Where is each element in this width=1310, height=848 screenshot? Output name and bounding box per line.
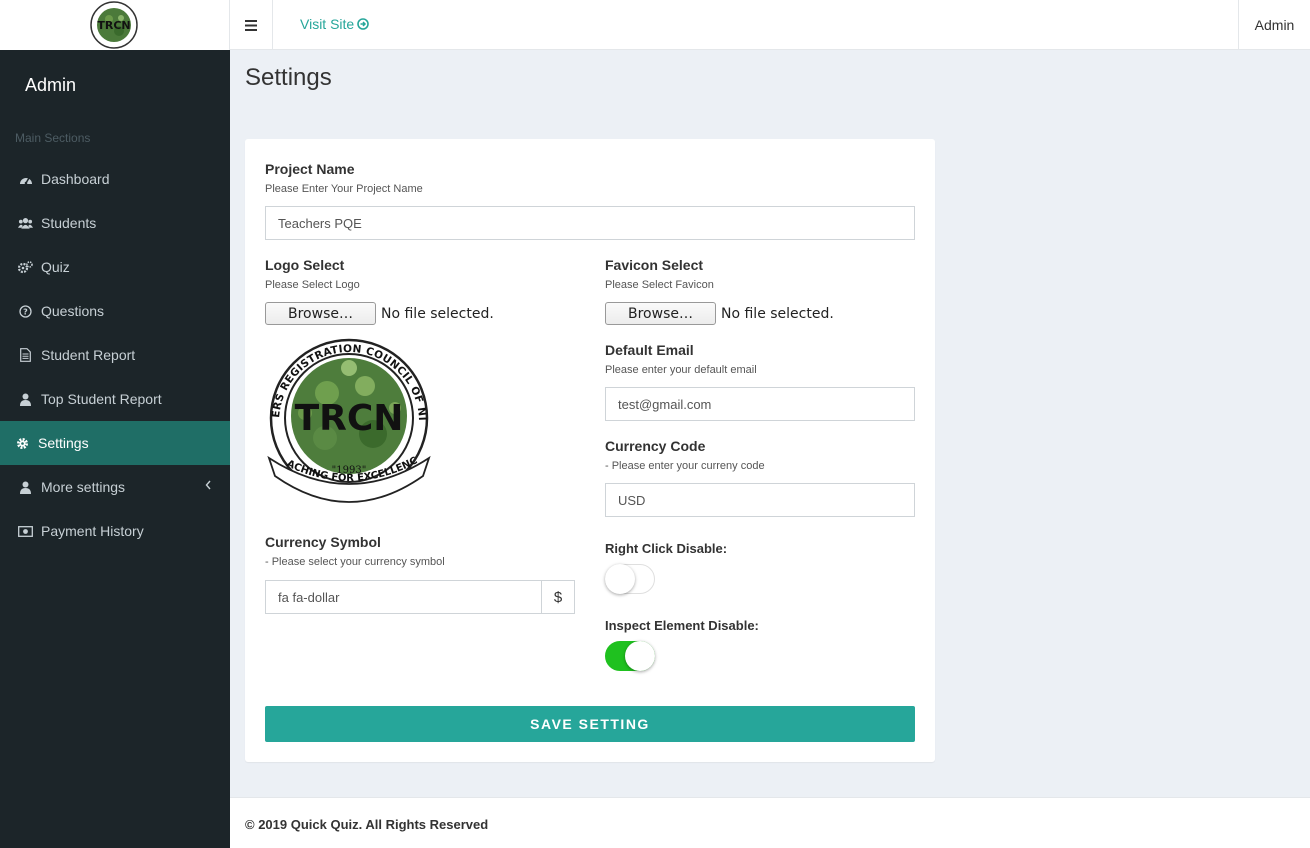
- logo-text: TRCN: [97, 19, 130, 32]
- sidebar: Admin Main Sections Dashboard Students Q…: [0, 50, 230, 848]
- sidebar-item-questions[interactable]: ? Questions: [0, 289, 230, 333]
- sidebar-item-students[interactable]: Students: [0, 201, 230, 245]
- chevron-left-icon: [205, 480, 211, 490]
- footer-copyright: © 2019 Quick Quiz. All Rights Reserved: [245, 817, 489, 832]
- sidebar-item-quiz[interactable]: Quiz: [0, 245, 230, 289]
- currency-code-label: Currency Code: [605, 438, 706, 454]
- dollar-icon: $: [541, 580, 575, 614]
- trcn-logo-mini[interactable]: TRCN: [89, 1, 139, 49]
- logo-select-label: Logo Select: [265, 257, 345, 273]
- sidebar-item-label: Quiz: [41, 259, 70, 275]
- sidebar-item-settings[interactable]: Settings: [0, 421, 230, 465]
- cogs-icon: [18, 260, 33, 275]
- favicon-browse-button[interactable]: Browse…: [605, 302, 716, 325]
- sidebar-item-label: Payment History: [41, 523, 144, 539]
- sidebar-item-label: Dashboard: [41, 171, 110, 187]
- inspect-element-disable-label: Inspect Element Disable:: [605, 618, 759, 633]
- footer: © 2019 Quick Quiz. All Rights Reserved: [230, 797, 1310, 848]
- user-icon: [18, 392, 33, 407]
- toggle-knob: [625, 641, 655, 671]
- logo-preview-image: TRCN TEACHERS REGISTRATION COUNCIL OF NI…: [265, 338, 431, 503]
- header-logo-area[interactable]: TRCN: [0, 0, 230, 50]
- sidebar-user-name: Admin: [25, 75, 77, 95]
- sidebar-item-label: Top Student Report: [41, 391, 162, 407]
- favicon-select-label: Favicon Select: [605, 257, 704, 273]
- question-circle-icon: ?: [18, 304, 33, 319]
- favicon-select-help: Please Select Favicon: [605, 279, 714, 291]
- currency-symbol-help: - Please select your currency symbol: [265, 556, 445, 568]
- sidebar-item-label: Settings: [38, 435, 89, 451]
- sidebar-item-dashboard[interactable]: Dashboard: [0, 157, 230, 201]
- sidebar-item-more-settings[interactable]: More settings: [0, 465, 230, 509]
- arrow-circle-right-icon: [357, 18, 370, 30]
- sidebar-item-label: Questions: [41, 303, 105, 319]
- sidebar-item-label: Students: [41, 215, 97, 231]
- user-icon: [18, 480, 33, 495]
- default-email-help: Please enter your default email: [605, 364, 757, 376]
- currency-code-input[interactable]: USD: [605, 483, 915, 517]
- sidebar-menu: Dashboard Students Quiz ? Questions Stud…: [0, 157, 230, 553]
- project-name-label: Project Name: [265, 161, 355, 177]
- user-menu[interactable]: Admin: [1238, 0, 1310, 50]
- svg-text:?: ?: [23, 307, 28, 316]
- right-click-disable-toggle[interactable]: [605, 564, 655, 594]
- file-text-icon: [18, 348, 33, 363]
- page-title: Settings: [245, 64, 332, 91]
- default-email-input[interactable]: test@gmail.com: [605, 387, 915, 421]
- logo-file-status: No file selected.: [381, 306, 494, 322]
- money-icon: [18, 524, 33, 539]
- sidebar-item-student-report[interactable]: Student Report: [0, 333, 230, 377]
- right-click-disable-label: Right Click Disable:: [605, 541, 728, 556]
- sidebar-section-header: Main Sections: [15, 131, 91, 145]
- toggle-knob: [605, 564, 635, 594]
- logo-select-help: Please Select Logo: [265, 279, 360, 291]
- default-email-label: Default Email: [605, 342, 694, 358]
- dashboard-icon: [18, 172, 33, 187]
- project-name-input[interactable]: Teachers PQE: [265, 206, 915, 240]
- gear-icon: [15, 436, 30, 451]
- visit-site-link[interactable]: Visit Site: [300, 16, 370, 32]
- currency-symbol-input[interactable]: fa fa-dollar: [265, 580, 542, 614]
- project-name-help: Please Enter Your Project Name: [265, 183, 423, 195]
- sidebar-item-top-student-report[interactable]: Top Student Report: [0, 377, 230, 421]
- save-setting-button[interactable]: SAVE SETTING: [265, 706, 915, 742]
- inspect-element-disable-toggle[interactable]: [605, 641, 655, 671]
- favicon-file-status: No file selected.: [721, 306, 834, 322]
- seal-logo-text: TRCN: [295, 398, 404, 439]
- sidebar-item-label: More settings: [41, 479, 126, 495]
- currency-code-help: - Please enter your curreny code: [605, 460, 765, 472]
- settings-form-card: Project Name Please Enter Your Project N…: [245, 139, 935, 762]
- sidebar-item-label: Student Report: [41, 347, 136, 363]
- currency-symbol-label: Currency Symbol: [265, 534, 381, 550]
- bars-icon: [245, 19, 257, 31]
- top-header: TRCN Visit Site Admin: [0, 0, 1310, 50]
- sidebar-item-payment-history[interactable]: Payment History: [0, 509, 230, 553]
- user-name: Admin: [1254, 17, 1295, 33]
- users-icon: [18, 216, 33, 231]
- visit-site-label: Visit Site: [300, 16, 355, 32]
- sidebar-toggle-button[interactable]: [230, 0, 273, 50]
- logo-browse-button[interactable]: Browse…: [265, 302, 376, 325]
